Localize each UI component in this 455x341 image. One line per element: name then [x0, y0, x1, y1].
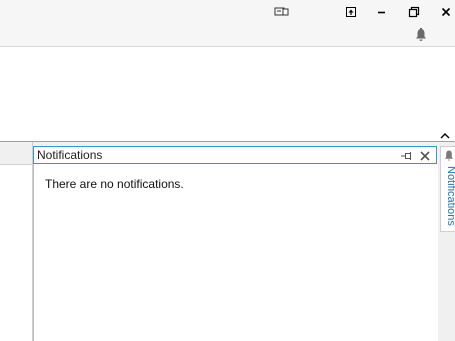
display-icon[interactable]	[266, 0, 298, 24]
pin-icon[interactable]	[400, 149, 414, 161]
close-icon[interactable]	[430, 0, 455, 24]
empty-notifications-message: There are no notifications.	[45, 177, 184, 191]
notification-bell-icon[interactable]	[413, 27, 429, 43]
app-window: Notifications There are no notifications…	[0, 0, 455, 341]
title-bar	[0, 0, 455, 24]
restore-down-icon[interactable]	[398, 0, 430, 24]
notification-bell-icon	[443, 149, 455, 163]
main-content-area	[0, 47, 455, 141]
close-icon[interactable]	[419, 149, 431, 161]
notifications-panel-title: Notifications	[37, 148, 103, 162]
notifications-panel-header: Notifications	[33, 146, 437, 164]
left-pane-header	[0, 142, 32, 165]
collapse-chevron-up-icon[interactable]	[440, 127, 450, 139]
restore-to-top-icon[interactable]	[335, 0, 367, 24]
minimize-icon[interactable]	[366, 0, 398, 24]
left-pane	[0, 142, 33, 341]
notifications-panel	[33, 146, 439, 341]
toolbar	[0, 24, 455, 47]
notifications-side-tab-label: Notifications	[445, 166, 455, 226]
